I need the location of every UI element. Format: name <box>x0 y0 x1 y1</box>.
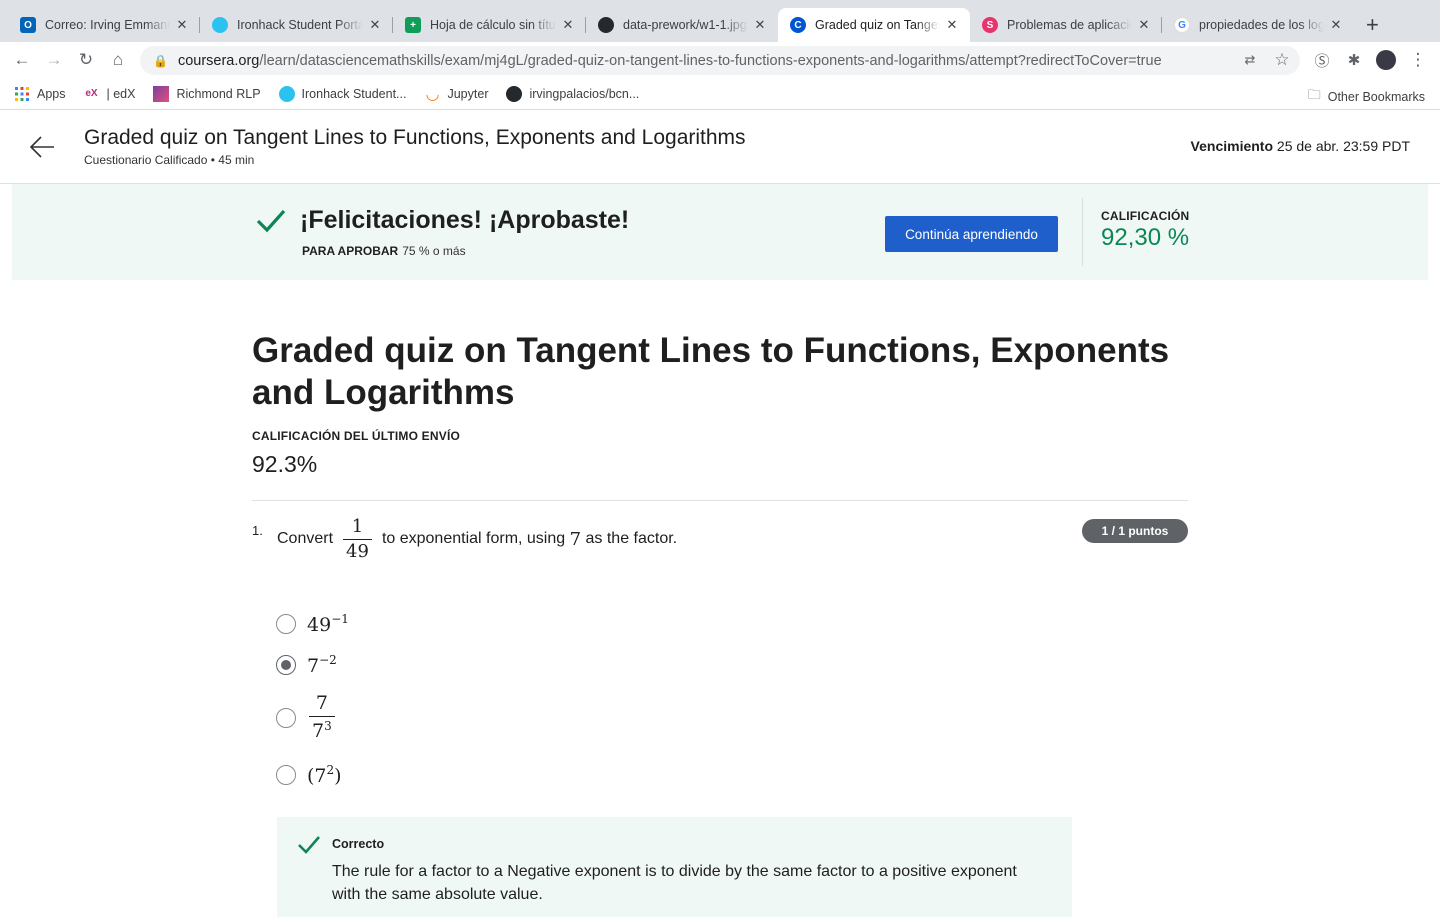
coursera-icon: C <box>790 17 806 33</box>
answer-option-selected[interactable]: 7−2 <box>276 653 337 677</box>
github-icon <box>598 17 614 33</box>
browser-tab[interactable]: G propiedades de los logaritmos ✕ <box>1162 8 1354 42</box>
page-title: Graded quiz on Tangent Lines to Function… <box>252 331 1170 412</box>
ironhack-icon <box>278 85 295 102</box>
new-tab-icon[interactable]: + <box>1366 12 1379 38</box>
header-subtitle: Cuestionario Calificado • 45 min <box>84 153 255 167</box>
other-bookmarks[interactable]: 🗀 Other Bookmarks <box>1308 86 1425 108</box>
browser-toolbar: ← → ↻ ⌂ 🔒 coursera.org/learn/datascience… <box>0 42 1440 78</box>
points-badge: 1 / 1 puntos <box>1082 519 1188 543</box>
close-tab-icon[interactable]: ✕ <box>1328 17 1344 33</box>
answer-option[interactable]: 7 73 <box>276 694 335 741</box>
checkmark-icon <box>298 836 320 854</box>
back-icon[interactable]: ← <box>12 50 32 70</box>
bookmark-star-icon[interactable]: ☆ <box>1272 50 1292 70</box>
radio-button[interactable] <box>276 707 296 728</box>
last-submission-label: CALIFICACIÓN DEL ÚLTIMO ENVÍO <box>252 429 461 443</box>
reload-icon[interactable]: ↻ <box>76 50 96 70</box>
bookmark-ironhack[interactable]: Ironhack Student... <box>278 85 406 102</box>
close-tab-icon[interactable]: ✕ <box>1136 17 1152 33</box>
last-submission-grade: 92.3% <box>252 451 318 477</box>
address-bar[interactable]: 🔒 coursera.org/learn/datasciencemathskil… <box>140 46 1300 75</box>
question-fraction: 1 49 <box>343 517 372 561</box>
browser-tab[interactable]: O Correo: Irving Emmanuel ✕ <box>8 8 200 42</box>
close-tab-icon[interactable]: ✕ <box>367 17 383 33</box>
checkmark-icon <box>256 209 286 233</box>
bookmark-edx[interactable]: eX | edX <box>84 86 135 102</box>
bookmark-jupyter[interactable]: ◡ Jupyter <box>424 85 488 103</box>
google-icon: G <box>1174 17 1190 33</box>
radio-button-checked[interactable] <box>276 655 296 675</box>
richmond-icon <box>153 85 170 102</box>
grade-value: 92,30 % <box>1101 224 1190 251</box>
radio-button[interactable] <box>276 614 296 634</box>
outlook-icon: O <box>20 17 36 33</box>
back-arrow-icon[interactable] <box>28 133 56 161</box>
close-tab-icon[interactable]: ✕ <box>174 17 190 33</box>
question-prompt: Convert 1 49 to exponential form, using … <box>277 515 678 562</box>
close-tab-icon[interactable]: ✕ <box>560 17 576 33</box>
close-tab-icon[interactable]: ✕ <box>944 17 960 33</box>
pass-banner: ¡Felicitaciones! ¡Aprobaste! PARA APROBA… <box>12 184 1428 280</box>
home-icon[interactable]: ⌂ <box>108 50 128 70</box>
skype-icon[interactable]: Ⓢ <box>1312 50 1332 70</box>
pass-requirement: PARA APROBAR 75 % o más <box>302 244 466 258</box>
bookmark-richmond[interactable]: Richmond RLP <box>153 85 261 102</box>
folder-icon: 🗀 <box>1307 87 1321 102</box>
jupyter-icon: ◡ <box>426 85 439 103</box>
ironhack-icon <box>212 17 228 33</box>
browser-tab-active[interactable]: C Graded quiz on Tangent ✕ <box>778 8 970 42</box>
header-title: Graded quiz on Tangent Lines to Function… <box>84 126 746 149</box>
browser-tab[interactable]: S Problemas de aplicación ✕ <box>970 8 1162 42</box>
menu-icon[interactable]: ⋮ <box>1408 50 1428 70</box>
question-number: 1. <box>252 523 263 538</box>
browser-tab[interactable]: + Hoja de cálculo sin título ✕ <box>393 8 586 42</box>
answer-option[interactable]: (72) <box>276 763 342 787</box>
grade-label: CALIFICACIÓN <box>1101 209 1190 223</box>
symbolab-icon: S <box>982 17 998 33</box>
browser-tab[interactable]: data-prework/w1-1.jpg ✕ <box>586 8 778 42</box>
forward-icon[interactable]: → <box>44 50 64 70</box>
bookmark-github[interactable]: irvingpalacios/bcn... <box>506 85 639 102</box>
due-date: Vencimiento 25 de abr. 23:59 PDT <box>1190 138 1410 154</box>
bookmarks-bar: Apps eX | edX Richmond RLP Ironhack Stud… <box>0 78 1440 110</box>
quiz-header: Graded quiz on Tangent Lines to Function… <box>0 111 1440 184</box>
profile-avatar[interactable] <box>1376 50 1396 70</box>
apps-grid-icon <box>14 86 30 102</box>
feedback-text: The rule for a factor to a Negative expo… <box>332 863 1017 903</box>
answer-option[interactable]: 49−1 <box>276 612 349 636</box>
github-icon <box>506 85 523 102</box>
browser-tab-bar: O Correo: Irving Emmanuel ✕ Ironhack Stu… <box>0 0 1440 42</box>
sheets-icon: + <box>405 17 421 33</box>
translate-icon[interactable]: ⇄ <box>1240 50 1260 70</box>
radio-button[interactable] <box>276 765 296 785</box>
congrats-message: ¡Felicitaciones! ¡Aprobaste! <box>300 206 630 234</box>
feedback-correct: Correcto The rule for a factor to a Nega… <box>277 817 1072 917</box>
browser-tab[interactable]: Ironhack Student Portal ✕ <box>200 8 393 42</box>
close-tab-icon[interactable]: ✕ <box>752 17 768 33</box>
lock-icon: 🔒 <box>153 53 168 68</box>
bookmark-apps[interactable]: Apps <box>14 86 66 102</box>
continue-learning-button[interactable]: Continúa aprendiendo <box>885 216 1058 252</box>
feedback-label: Correcto <box>332 837 385 851</box>
edx-icon: eX <box>85 88 98 99</box>
extensions-icon[interactable]: ✱ <box>1344 50 1364 70</box>
